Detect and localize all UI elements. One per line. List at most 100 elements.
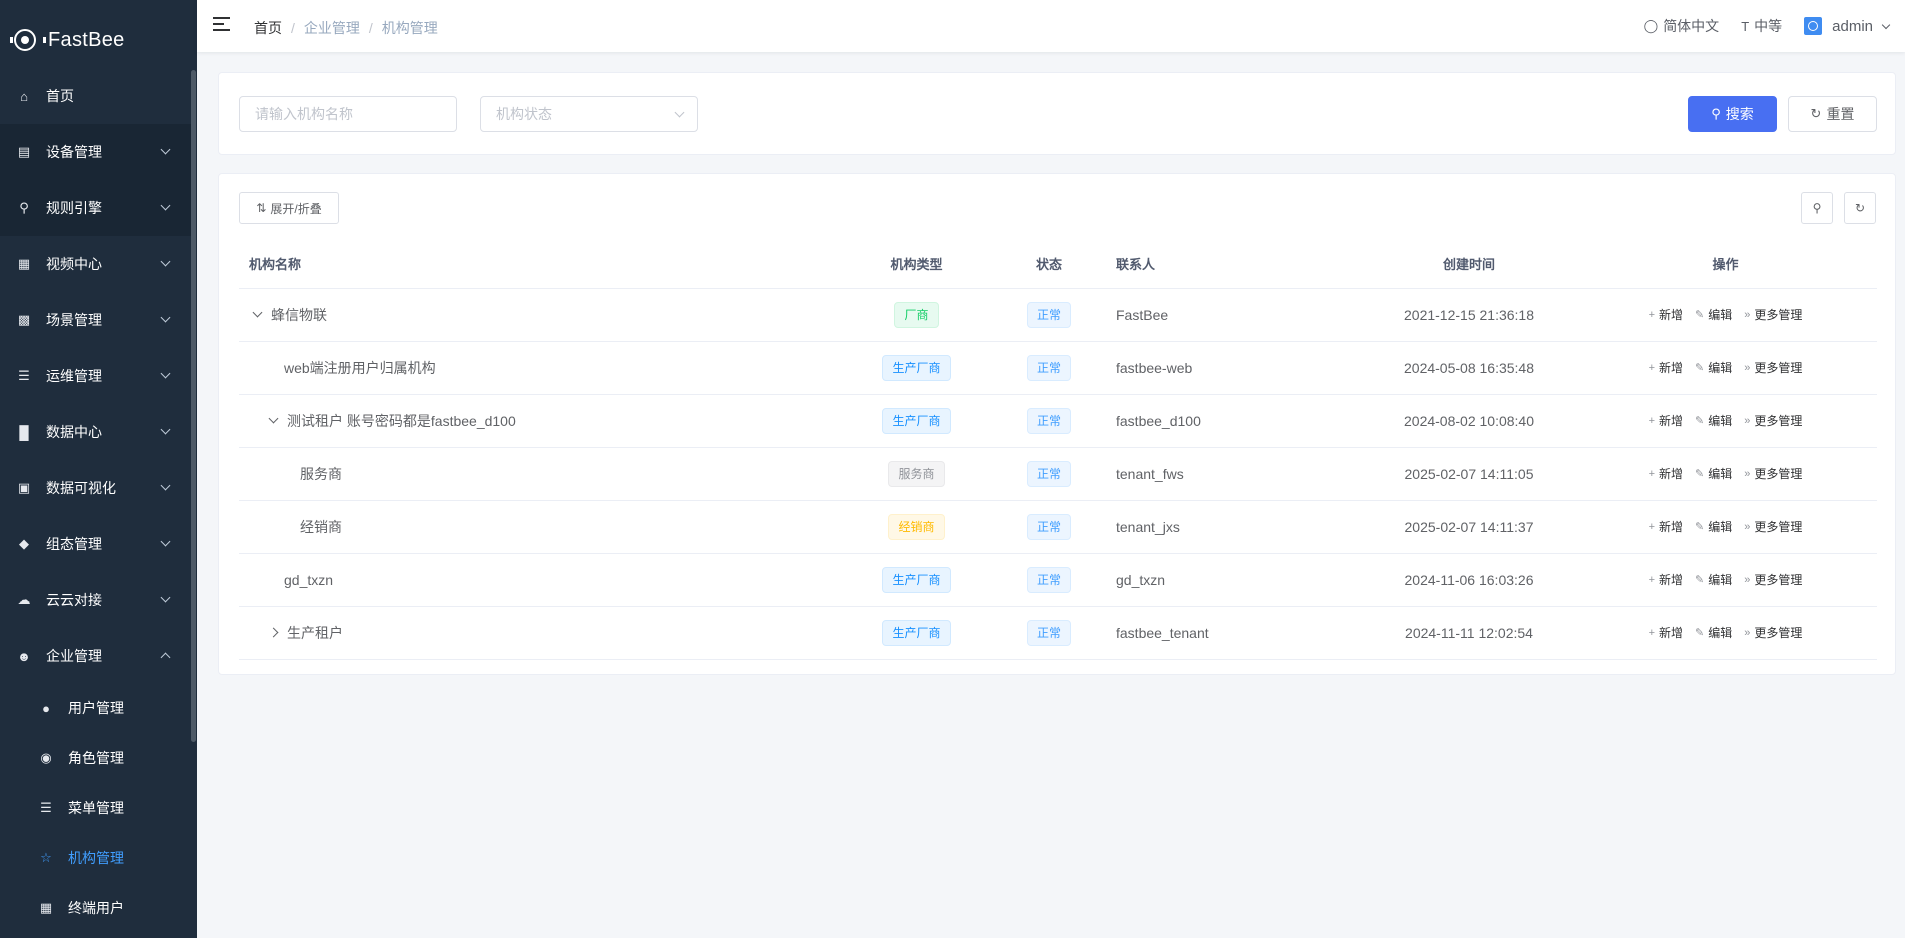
add-button[interactable]: + 新增 <box>1649 359 1683 376</box>
menu-tree-icon: ☰ <box>40 800 52 815</box>
sidebar-scrollbar[interactable] <box>191 70 196 742</box>
edit-button[interactable]: ✎ 编辑 <box>1695 412 1732 429</box>
edit-button[interactable]: ✎ 编辑 <box>1695 306 1732 323</box>
avatar[interactable] <box>1804 17 1823 35</box>
add-button[interactable]: + 新增 <box>1649 306 1683 323</box>
breadcrumb-separator: / <box>291 20 295 36</box>
status-cell: 正常 <box>994 606 1104 660</box>
sidebar-item-enterprise[interactable]: ☻ 企业管理 <box>0 628 191 684</box>
org-type-tag: 服务商 <box>888 460 945 487</box>
edit-icon: ✎ <box>1695 574 1705 586</box>
more-button[interactable]: » 更多管理 <box>1744 465 1802 482</box>
sidebar-item-visual[interactable]: ▣ 数据可视化 <box>0 460 191 516</box>
sidebar-item-home[interactable]: ⌂ 首页 <box>0 68 191 124</box>
contact-cell: tenant_jxs <box>1104 500 1364 554</box>
status-badge: 正常 <box>1026 460 1071 487</box>
edit-button[interactable]: ✎ 编辑 <box>1695 465 1732 482</box>
actions-cell: + 新增 ✎ 编辑 » 更多管理 <box>1574 394 1877 448</box>
data-icon: █ <box>19 424 29 440</box>
tree-expand-icon[interactable] <box>268 413 279 424</box>
more-button[interactable]: » 更多管理 <box>1744 359 1802 376</box>
table-row[interactable]: web端注册用户归属机构 生产厂商 正常 fastbee-web 2024-05… <box>239 341 1877 395</box>
more-button[interactable]: » 更多管理 <box>1744 571 1802 588</box>
sidebar-sub-item-users[interactable]: ● 用户管理 <box>0 683 191 733</box>
table-row[interactable]: gd_txzn 生产厂商 正常 gd_txzn 2024-11-06 16:03… <box>239 553 1877 607</box>
language-switch[interactable]: ◯ 简体中文 <box>1644 16 1720 36</box>
add-button[interactable]: + 新增 <box>1649 412 1683 429</box>
table-row[interactable]: 蜂信物联 厂商 正常 FastBee 2021-12-15 21:36:18 +… <box>239 288 1877 342</box>
org-type-tag: 生产厂商 <box>882 354 951 381</box>
org-name: 生产租户 <box>287 624 343 641</box>
table-row[interactable]: 服务商 服务商 正常 tenant_fws 2025-02-07 14:11:0… <box>239 447 1877 501</box>
add-button[interactable]: + 新增 <box>1649 571 1683 588</box>
breadcrumb-current: 机构管理 <box>381 20 438 36</box>
sidebar-sub-item-menus[interactable]: ☰ 菜单管理 <box>0 783 191 833</box>
more-button[interactable]: » 更多管理 <box>1744 412 1802 429</box>
column-header: 状态 <box>994 240 1104 289</box>
add-button[interactable]: + 新增 <box>1649 624 1683 641</box>
sidebar-item-cloud[interactable]: ☁ 云云对接 <box>0 572 191 628</box>
edit-button[interactable]: ✎ 编辑 <box>1695 359 1732 376</box>
actions-cell: + 新增 ✎ 编辑 » 更多管理 <box>1574 606 1877 660</box>
sidebar-item-ops[interactable]: ☰ 运维管理 <box>0 348 191 404</box>
sidebar-item-label: 数据可视化 <box>46 480 116 496</box>
sidebar-sub-item-orgs[interactable]: ☆ 机构管理 <box>0 833 191 883</box>
actions-cell: + 新增 ✎ 编辑 » 更多管理 <box>1574 288 1877 342</box>
sidebar-item-config[interactable]: ◆ 组态管理 <box>0 516 191 572</box>
actions-cell: + 新增 ✎ 编辑 » 更多管理 <box>1574 447 1877 501</box>
search-button[interactable]: ⚲ 搜索 <box>1688 96 1777 132</box>
expand-collapse-button[interactable]: ⇅ 展开/折叠 <box>239 192 339 224</box>
more-button[interactable]: » 更多管理 <box>1744 306 1802 323</box>
sidebar-item-rules[interactable]: ⚲ 规则引擎 <box>0 180 191 236</box>
org-type-tag: 经销商 <box>888 513 945 540</box>
expand-collapse-label: 展开/折叠 <box>270 201 322 216</box>
tree-expand-icon[interactable] <box>252 307 263 318</box>
status-cell: 正常 <box>994 447 1104 501</box>
sidebar-item-data[interactable]: █ 数据中心 <box>0 404 191 460</box>
org-name: web端注册用户归属机构 <box>284 359 436 376</box>
sidebar-sub-item-terminal-users[interactable]: ▦ 终端用户 <box>0 883 191 933</box>
chevron-down-icon <box>160 592 171 603</box>
table-row[interactable]: 经销商 经销商 正常 tenant_jxs 2025-02-07 14:11:3… <box>239 500 1877 554</box>
status-badge: 正常 <box>1026 301 1071 328</box>
status-cell: 正常 <box>994 553 1104 607</box>
breadcrumb-home[interactable]: 首页 <box>254 18 282 38</box>
edit-button[interactable]: ✎ 编辑 <box>1695 624 1732 641</box>
reset-button[interactable]: ↻ 重置 <box>1788 96 1877 132</box>
org-status-select[interactable]: 机构状态 <box>480 96 698 132</box>
more-button[interactable]: » 更多管理 <box>1744 518 1802 535</box>
search-button-label: 搜索 <box>1725 106 1754 122</box>
double-chevron-right-icon: » <box>1744 414 1751 427</box>
sidebar-sub-item-label: 用户管理 <box>68 700 124 716</box>
toggle-search-button[interactable]: ⚲ <box>1801 192 1833 224</box>
actions-cell: + 新增 ✎ 编辑 » 更多管理 <box>1574 341 1877 395</box>
contact-cell: fastbee_d100 <box>1104 394 1364 448</box>
edit-icon: ✎ <box>1695 468 1705 480</box>
table-row[interactable]: 生产租户 生产厂商 正常 fastbee_tenant 2024-11-11 1… <box>239 606 1877 660</box>
sidebar-item-scene[interactable]: ▩ 场景管理 <box>0 292 191 348</box>
size-switch[interactable]: T 中等 <box>1741 16 1782 36</box>
column-header: 机构类型 <box>839 240 994 289</box>
sidebar-sub-item-roles[interactable]: ◉ 角色管理 <box>0 733 191 783</box>
created-time-cell: 2025-02-07 14:11:05 <box>1364 447 1574 501</box>
org-name-cell: 经销商 <box>239 500 839 554</box>
sidebar-item-device[interactable]: ▤ 设备管理 <box>0 124 191 180</box>
org-icon: ☆ <box>40 850 52 865</box>
edit-button[interactable]: ✎ 编辑 <box>1695 518 1732 535</box>
app-title: FastBee <box>48 28 125 51</box>
plus-icon: + <box>1648 573 1656 586</box>
sidebar-item-video[interactable]: ▦ 视频中心 <box>0 236 191 292</box>
org-name-cell: gd_txzn <box>239 553 839 607</box>
chevron-down-icon[interactable] <box>1881 20 1891 29</box>
sidebar-toggle-icon[interactable] <box>213 17 230 31</box>
user-name[interactable]: admin <box>1832 18 1873 35</box>
refresh-button[interactable]: ↻ <box>1844 192 1876 224</box>
org-name-input[interactable]: 请输入机构名称 <box>239 96 457 132</box>
more-button[interactable]: » 更多管理 <box>1744 624 1802 641</box>
table-row[interactable]: 测试租户 账号密码都是fastbee_d100 生产厂商 正常 fastbee_… <box>239 394 1877 448</box>
add-button[interactable]: + 新增 <box>1649 465 1683 482</box>
status-badge: 正常 <box>1026 566 1071 593</box>
tree-collapse-icon[interactable] <box>268 627 279 638</box>
add-button[interactable]: + 新增 <box>1649 518 1683 535</box>
edit-button[interactable]: ✎ 编辑 <box>1695 571 1732 588</box>
